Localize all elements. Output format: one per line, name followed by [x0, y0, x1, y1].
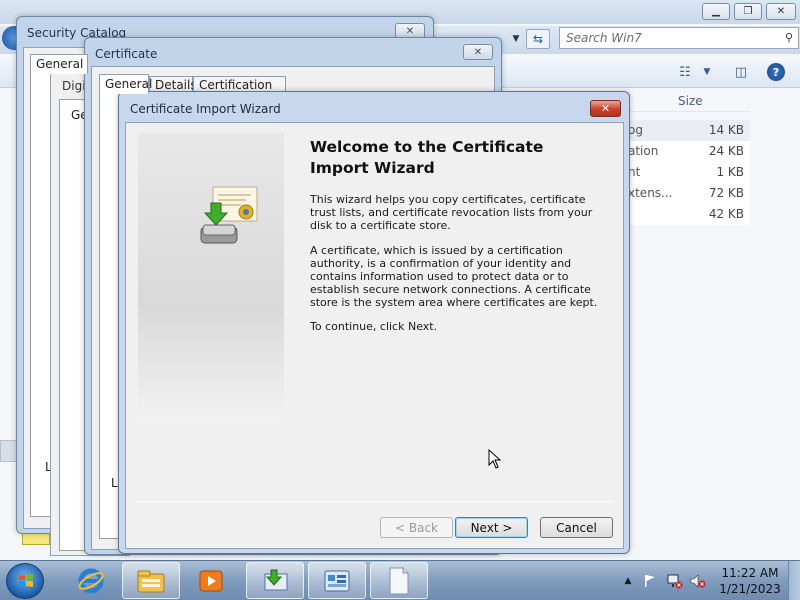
minimize-icon: ▁: [712, 6, 720, 17]
certificate-import-icon: [264, 569, 288, 590]
certificate-import-icon: [200, 186, 258, 244]
close-icon: ✕: [473, 46, 483, 58]
taskbar: ▲ 11:22 AM 1/21/2023: [0, 560, 800, 600]
action-center-flag-icon[interactable]: [642, 573, 658, 589]
certificate-title: Certificate: [95, 47, 158, 61]
restore-icon: ❐: [743, 6, 753, 17]
internet-explorer-icon: [78, 568, 104, 593]
file-size: 14 KB: [708, 123, 744, 137]
refresh-icon: ⇆: [532, 32, 544, 46]
wizard-side-banner: [138, 133, 284, 422]
windows-explorer-icon: [137, 570, 165, 592]
network-icon[interactable]: [667, 573, 683, 589]
file-size: 42 KB: [708, 207, 744, 221]
clock-date[interactable]: 1/21/2023: [718, 582, 782, 596]
close-icon: ✕: [405, 25, 415, 37]
taskbar-windows-explorer[interactable]: [122, 562, 180, 599]
windows-logo-icon: [19, 574, 33, 587]
address-dropdown[interactable]: ▼: [506, 30, 526, 48]
close-icon: ✕: [776, 6, 786, 17]
views-dropdown-icon[interactable]: ▼: [700, 64, 714, 80]
digital-signature-title: Digi: [62, 79, 86, 93]
taskbar-certificate-import[interactable]: [246, 562, 304, 599]
search-placeholder: Search Win7: [566, 31, 642, 45]
tab-general[interactable]: General: [99, 74, 152, 94]
close-icon: ✕: [600, 102, 611, 115]
document-icon: [389, 567, 409, 594]
show-desktop-button[interactable]: [788, 561, 800, 600]
file-size: 1 KB: [716, 165, 744, 179]
file-size: 72 KB: [708, 186, 744, 200]
taskbar-media-player[interactable]: [186, 562, 236, 599]
wizard-intro-text: This wizard helps you copy certificates,…: [310, 193, 593, 232]
wizard-description-text: A certificate, which is issued by a cert…: [310, 244, 598, 309]
media-player-icon: [199, 570, 223, 591]
next-button[interactable]: Next >: [455, 517, 528, 538]
wizard-title: Certificate Import Wizard: [130, 102, 281, 116]
help-icon[interactable]: ?: [767, 63, 785, 81]
maximize-button[interactable]: ❐: [734, 3, 762, 20]
chevron-down-icon: ▼: [512, 34, 520, 44]
file-name: ation: [628, 144, 659, 158]
show-hidden-icons-icon[interactable]: ▲: [620, 573, 636, 589]
views-icon[interactable]: ☷: [676, 64, 694, 80]
wizard-close-button[interactable]: ✕: [590, 100, 621, 117]
file-name: og: [628, 123, 643, 137]
file-name: xtens...: [628, 186, 673, 200]
file-size: 24 KB: [708, 144, 744, 158]
wizard-heading: Welcome to the Certificate Import Wizard: [310, 138, 544, 177]
volume-muted-icon[interactable]: [690, 573, 706, 589]
wizard-body: Welcome to the Certificate Import Wizard…: [125, 122, 624, 549]
taskbar-control-panel[interactable]: [308, 562, 366, 599]
tab-general[interactable]: General: [30, 54, 88, 74]
mouse-cursor-icon: [488, 449, 502, 469]
explorer-close-button[interactable]: ✕: [766, 3, 796, 20]
certificate-import-wizard: Certificate Import Wizard ✕ Welcome to t…: [118, 91, 630, 554]
wizard-continue-text: To continue, click Next.: [310, 320, 438, 333]
taskbar-document[interactable]: [370, 562, 428, 599]
cancel-button[interactable]: Cancel: [540, 517, 613, 538]
column-size-label: Size: [678, 94, 703, 108]
start-button[interactable]: [6, 563, 44, 599]
refresh-button[interactable]: ⇆: [526, 29, 550, 49]
certificate-close-button[interactable]: ✕: [463, 44, 493, 60]
back-button[interactable]: < Back: [380, 517, 453, 538]
preview-pane-icon[interactable]: ◫: [732, 64, 750, 80]
minimize-button[interactable]: ▁: [702, 3, 730, 20]
taskbar-internet-explorer[interactable]: [66, 562, 116, 599]
wizard-separator: [138, 501, 612, 502]
control-panel-icon: [324, 570, 350, 591]
clock-time[interactable]: 11:22 AM: [720, 566, 780, 580]
search-icon[interactable]: ⚲: [785, 31, 793, 44]
folder-tab-icon: [22, 533, 50, 545]
search-input[interactable]: Search Win7 ⚲: [559, 27, 799, 49]
